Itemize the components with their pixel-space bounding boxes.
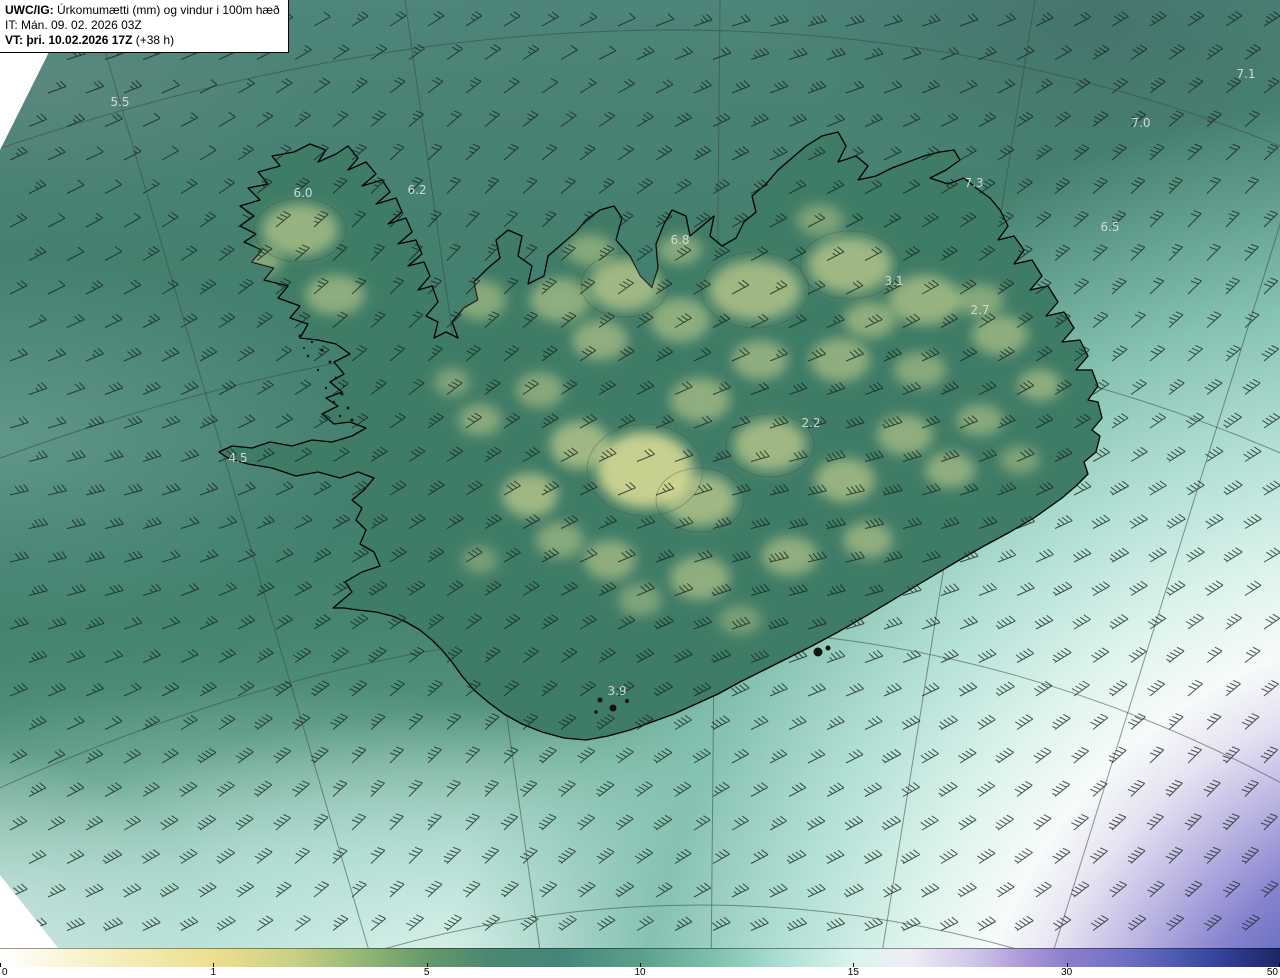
map-title-line: UWC/IG: Úrkomumætti (mm) og vindur i 100… [5,3,280,18]
product-code: UWC/IG: [5,3,54,17]
colorbar-tick-mark [426,963,428,967]
weather-map: 5.5 7.1 7.0 6.0 6.2 7.3 6.5 6.8 3.1 2.7 2.2 4.5 3.9 … [0,0,1280,978]
colorbar: 0 1 5 10 15 30 50 [0,948,1280,978]
lead-time: (+38 h) [132,33,175,47]
map-corner-wedge-bottom-left [0,875,58,948]
colorbar-tick-mark [0,963,1,967]
colorbar-tick-mark [853,963,855,967]
product-title: Úrkomumætti (mm) og vindur i 100m hæð [53,3,280,17]
colorbar-tick-mark [1066,963,1068,967]
valid-time: VT: þri. 10.02.2026 17Z [5,33,133,47]
map-overlay-svg [0,0,1280,978]
colorbar-tick-labels: 0 1 5 10 15 30 50 [0,963,1280,978]
init-time-line: IT: Mán. 09. 02. 2026 03Z [5,18,142,32]
colorbar-tick-mark [213,963,215,967]
valid-time-line: VT: þri. 10.02.2026 17Z (+38 h) [5,33,280,48]
colorbar-tick-label: 10 [634,967,646,978]
colorbar-tick-label: 1 [210,967,217,978]
colorbar-tick-label: 0 [2,967,8,978]
map-corner-wedge-top-left [0,50,50,150]
colorbar-tick-mark [640,963,641,967]
colorbar-tick-label: 5 [423,967,430,978]
colorbar-tick-label: 50 [1266,967,1278,978]
map-title-box: UWC/IG: Úrkomumætti (mm) og vindur i 100… [0,0,289,53]
colorbar-tick-label: 15 [847,967,859,978]
colorbar-tick-label: 30 [1061,967,1073,978]
